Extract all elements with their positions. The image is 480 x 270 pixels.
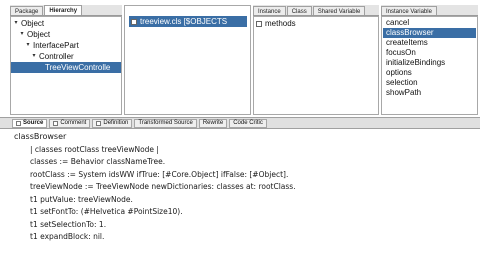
tab-hierarchy[interactable]: Hierarchy [44, 5, 83, 15]
tab-label: Source [23, 119, 44, 126]
method-item[interactable]: initializeBindings [383, 58, 445, 68]
tree-item-interfacepart[interactable]: ▾ InterfacePart [25, 40, 79, 51]
twisty-down-icon[interactable]: ▾ [19, 29, 25, 40]
tab-instance[interactable]: Instance [253, 6, 286, 15]
tab-source[interactable]: Source [12, 118, 48, 128]
tab-comment[interactable]: Comment [49, 118, 91, 128]
code-editor[interactable]: classBrowser | classes rootClass treeVie… [0, 130, 480, 270]
protocol-item-methods[interactable]: methods [256, 18, 296, 29]
method-item-selected[interactable]: classBrowser [383, 28, 476, 38]
protocol-pane: methods [253, 16, 379, 115]
tree-item-treeviewcontroller[interactable]: TreeViewControlle [11, 62, 121, 73]
twisty-down-icon[interactable]: ▾ [25, 40, 31, 51]
hierarchy-tabbar: Package Hierarchy [10, 5, 122, 16]
code-line: classes := Behavior classNameTree. [30, 157, 166, 166]
tab-label: Code Critic [233, 119, 263, 126]
tab-label: Comment [60, 119, 87, 126]
method-item[interactable]: selection [383, 78, 418, 88]
tab-label: Rewrite [202, 119, 224, 126]
twisty-down-icon[interactable]: ▾ [13, 18, 19, 29]
code-line: t1 expandBlock: nil. [30, 232, 105, 241]
tab-shared-variable[interactable]: Shared Variable [312, 6, 366, 15]
code-line: t1 setSelectionTo: 1. [30, 220, 107, 229]
tree-item-label: Object [27, 30, 51, 39]
code-line: t1 setFontTo: (#Helvetica #PointSize10). [30, 207, 183, 216]
tree-item-label: TreeViewControlle [45, 63, 111, 72]
method-item[interactable]: options [383, 68, 412, 78]
code-line: rootClass := System idsWW ifTrue: [#Core… [30, 170, 289, 179]
code-line-selector: classBrowser [14, 132, 67, 141]
tab-label: Definition [103, 119, 129, 126]
tab-instance-variable[interactable]: Instance Variable [381, 6, 437, 15]
tab-package[interactable]: Package [10, 6, 44, 15]
protocol-checkbox-icon[interactable] [256, 20, 262, 27]
tree-item-label: InterfacePart [33, 41, 79, 50]
tab-transformed-source[interactable]: Transformed Source [134, 118, 197, 128]
definition-icon [96, 120, 102, 126]
code-tabbar: Source Comment Definition Transformed So… [0, 117, 480, 129]
tree-item-label: Object [21, 19, 45, 28]
tree-item-label: Controller [39, 52, 74, 61]
tab-class[interactable]: Class [286, 6, 312, 15]
protocol-tabbar: Instance Class Shared Variable [253, 5, 379, 16]
tree-item-object-root[interactable]: ▾ Object [13, 18, 44, 29]
methods-pane: cancel classBrowser createItems focusOn … [381, 16, 478, 115]
methods-tabbar: Instance Variable [381, 5, 478, 16]
tab-rewrite[interactable]: Rewrite [198, 118, 228, 128]
method-item[interactable]: createItems [383, 38, 428, 48]
twisty-down-icon[interactable]: ▾ [31, 51, 37, 62]
code-line: treeViewNode := TreeViewNode newDictiona… [30, 182, 296, 191]
tab-label: Transformed Source [138, 119, 193, 126]
tab-code-critic[interactable]: Code Critic [229, 118, 267, 128]
tab-definition[interactable]: Definition [92, 118, 133, 128]
hierarchy-pane: ▾ Object ▾ Object ▾ InterfacePart ▾ Cont… [10, 16, 122, 115]
method-item[interactable]: cancel [383, 18, 409, 28]
protocol-label: methods [265, 19, 296, 28]
source-icon [16, 120, 21, 126]
class-checkbox-icon[interactable] [131, 18, 137, 25]
tree-item-object[interactable]: ▾ Object [19, 29, 50, 40]
comment-icon [53, 120, 59, 126]
code-line: t1 putValue: treeViewNode. [30, 195, 133, 204]
class-pane-title: treeview.cls [$OBJECTS [140, 17, 228, 26]
class-pane-selected-item[interactable]: treeview.cls [$OBJECTS [129, 16, 247, 27]
method-item[interactable]: focusOn [383, 48, 416, 58]
method-item[interactable]: showPath [383, 88, 421, 98]
tree-item-controller[interactable]: ▾ Controller [31, 51, 74, 62]
code-line: | classes rootClass treeViewNode | [30, 145, 159, 154]
